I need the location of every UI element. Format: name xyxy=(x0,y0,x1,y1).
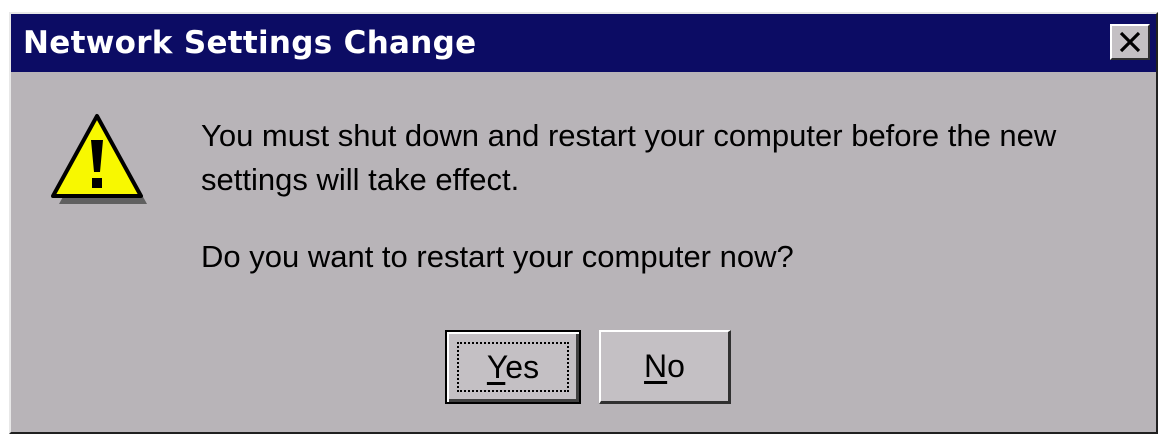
message-line-1: You must shut down and restart your comp… xyxy=(201,118,1057,153)
warning-icon xyxy=(45,110,153,210)
yes-mnemonic: Y xyxy=(486,348,506,385)
yes-label-rest: es xyxy=(505,348,540,385)
no-button[interactable]: No xyxy=(599,330,731,404)
no-label-rest: o xyxy=(667,348,685,384)
network-settings-dialog: Network Settings Change You must shut do… xyxy=(9,12,1158,434)
yes-button-label: Yes xyxy=(487,349,539,386)
no-mnemonic: N xyxy=(644,348,668,384)
no-button-label: No xyxy=(644,348,685,385)
message-text: You must shut down and restart your comp… xyxy=(201,114,1056,202)
close-button[interactable] xyxy=(1110,24,1150,60)
question-text: Do you want to restart your computer now… xyxy=(201,239,794,274)
title-bar[interactable]: Network Settings Change xyxy=(11,14,1156,72)
message-line-2: settings will take effect. xyxy=(201,162,520,197)
dialog-title: Network Settings Change xyxy=(23,25,477,61)
yes-button[interactable]: Yes xyxy=(445,330,581,404)
close-icon xyxy=(1118,31,1142,53)
